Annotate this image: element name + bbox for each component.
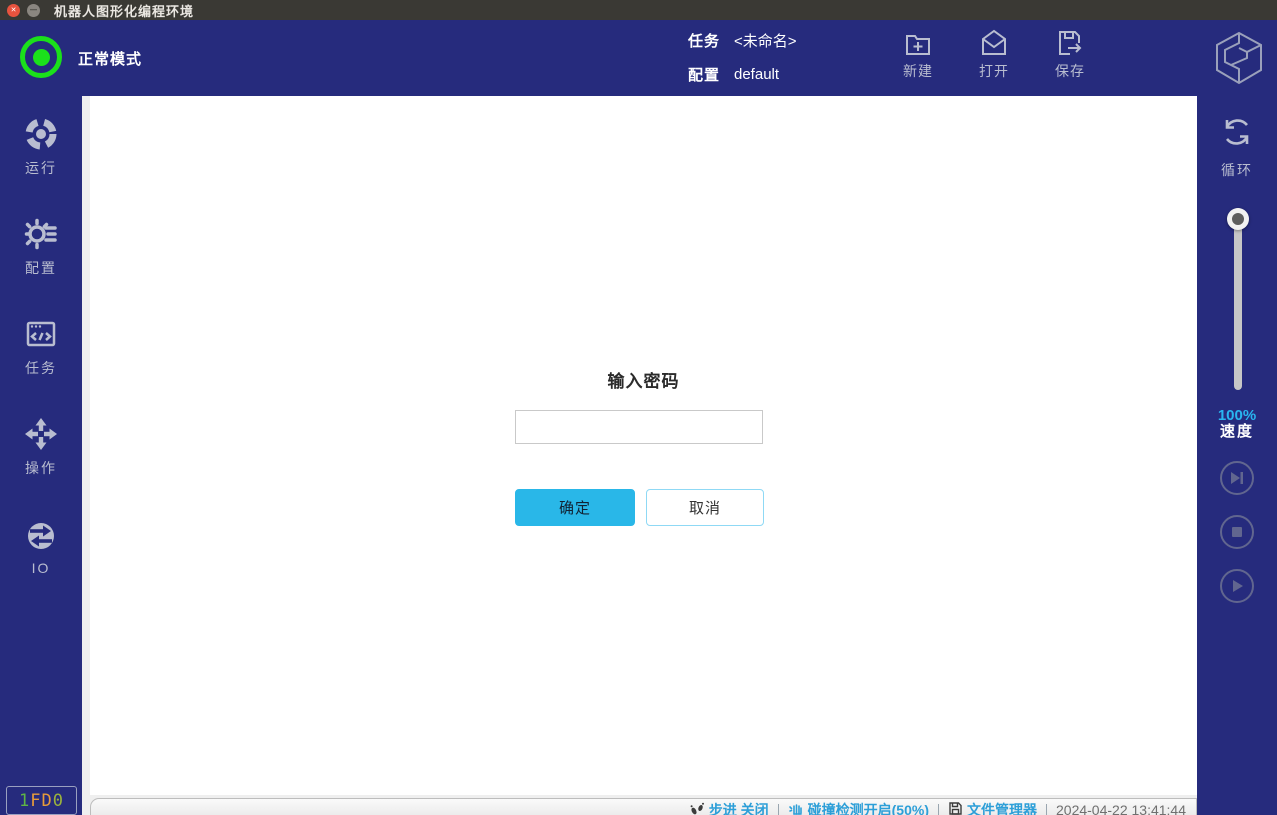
sidebar-item-operate[interactable]: 操作 bbox=[0, 396, 82, 496]
status-separator bbox=[778, 804, 779, 815]
titlebar: 机器人图形化编程环境 bbox=[0, 0, 1277, 20]
play-button[interactable] bbox=[1220, 569, 1254, 603]
sidebar-item-run[interactable]: 运行 bbox=[0, 96, 82, 196]
password-dialog-title: 输入密码 bbox=[90, 367, 1197, 392]
step-forward-button[interactable] bbox=[1220, 461, 1254, 495]
sidebar-item-io[interactable]: IO bbox=[0, 496, 82, 596]
statusbar: 步进 关闭 碰撞检测开启(50%) bbox=[90, 798, 1197, 815]
run-icon bbox=[21, 114, 61, 154]
window-title: 机器人图形化编程环境 bbox=[54, 1, 194, 20]
new-button-label: 新建 bbox=[903, 61, 933, 81]
status-separator bbox=[938, 804, 939, 815]
file-manager-link[interactable]: 文件管理器 bbox=[948, 800, 1037, 815]
mode-label: 正常模式 bbox=[78, 20, 142, 96]
step-forward-icon bbox=[1228, 469, 1246, 487]
task-config-block: 任务 <未命名> 配置 default bbox=[688, 30, 797, 98]
sidebar-item-task[interactable]: 任务 bbox=[0, 296, 82, 396]
collision-detect-label: 碰撞检测开启(50%) bbox=[808, 800, 929, 815]
config-row: 配置 default bbox=[688, 64, 797, 85]
sidebar-item-label: IO bbox=[32, 560, 51, 576]
stop-button[interactable] bbox=[1220, 515, 1254, 549]
main-content: 输入密码 确定 取消 bbox=[90, 96, 1197, 795]
move-arrows-icon bbox=[21, 414, 61, 454]
speed-slider-thumb[interactable] bbox=[1227, 208, 1249, 230]
app-window: 机器人图形化编程环境 正常模式 任务 <未命名> 配置 default bbox=[0, 0, 1277, 815]
open-file-icon bbox=[977, 26, 1011, 60]
new-file-icon bbox=[901, 26, 935, 60]
speed-readout: 100% 速度 bbox=[1197, 408, 1277, 440]
stop-icon bbox=[1228, 523, 1246, 541]
toolbar: 新建 打开 bbox=[880, 26, 1108, 90]
save-icon bbox=[1053, 26, 1087, 60]
loop-button[interactable]: 循环 bbox=[1197, 112, 1277, 180]
sidebar-item-label: 运行 bbox=[25, 158, 57, 178]
step-footprints-icon bbox=[689, 801, 709, 815]
task-label: 任务 bbox=[688, 30, 734, 51]
file-manager-label: 文件管理器 bbox=[967, 800, 1037, 815]
right-sidebar: 循环 100% 速度 bbox=[1197, 96, 1277, 815]
task-value: <未命名> bbox=[734, 30, 797, 51]
step-mode-status[interactable]: 步进 关闭 bbox=[689, 800, 769, 815]
status-timestamp: 2024-04-22 13:41:44 bbox=[1056, 802, 1186, 815]
sidebar-item-label: 任务 bbox=[25, 358, 57, 378]
speed-value: 100% bbox=[1197, 408, 1277, 424]
password-input[interactable] bbox=[515, 410, 763, 444]
config-gear-icon bbox=[21, 214, 61, 254]
io-exchange-icon bbox=[21, 516, 61, 556]
status-separator bbox=[1046, 804, 1047, 815]
sidebar-item-label: 配置 bbox=[25, 258, 57, 278]
app-logo-icon bbox=[1210, 28, 1268, 88]
speed-slider[interactable] bbox=[1234, 208, 1242, 390]
floppy-icon bbox=[948, 801, 967, 815]
sidebar-gutter bbox=[82, 96, 90, 815]
close-icon[interactable] bbox=[7, 4, 20, 17]
collision-hand-icon bbox=[788, 801, 808, 815]
task-code-icon bbox=[21, 314, 61, 354]
config-value: default bbox=[734, 66, 779, 83]
ok-button[interactable]: 确定 bbox=[515, 489, 635, 526]
minimize-icon[interactable] bbox=[27, 4, 40, 17]
header: 正常模式 任务 <未命名> 配置 default 新建 bbox=[0, 20, 1277, 96]
task-row: 任务 <未命名> bbox=[688, 30, 797, 51]
collision-detect-status[interactable]: 碰撞检测开启(50%) bbox=[788, 800, 929, 815]
open-button-label: 打开 bbox=[979, 61, 1009, 81]
play-icon bbox=[1228, 577, 1246, 595]
new-button[interactable]: 新建 bbox=[880, 26, 956, 90]
sidebar-item-label: 操作 bbox=[25, 458, 57, 478]
save-button-label: 保存 bbox=[1055, 61, 1085, 81]
open-button[interactable]: 打开 bbox=[956, 26, 1032, 90]
io-code-display[interactable]: 1FD0 bbox=[6, 786, 77, 815]
left-sidebar: 运行 配置 bbox=[0, 96, 82, 815]
speed-label: 速度 bbox=[1197, 424, 1277, 440]
loop-cycle-icon bbox=[1217, 112, 1257, 157]
cancel-button[interactable]: 取消 bbox=[646, 489, 764, 526]
save-button[interactable]: 保存 bbox=[1032, 26, 1108, 90]
loop-label: 循环 bbox=[1221, 160, 1253, 180]
sidebar-item-config[interactable]: 配置 bbox=[0, 196, 82, 296]
config-label: 配置 bbox=[688, 64, 734, 85]
step-mode-label: 步进 关闭 bbox=[709, 800, 769, 815]
mode-indicator-icon bbox=[20, 36, 62, 78]
